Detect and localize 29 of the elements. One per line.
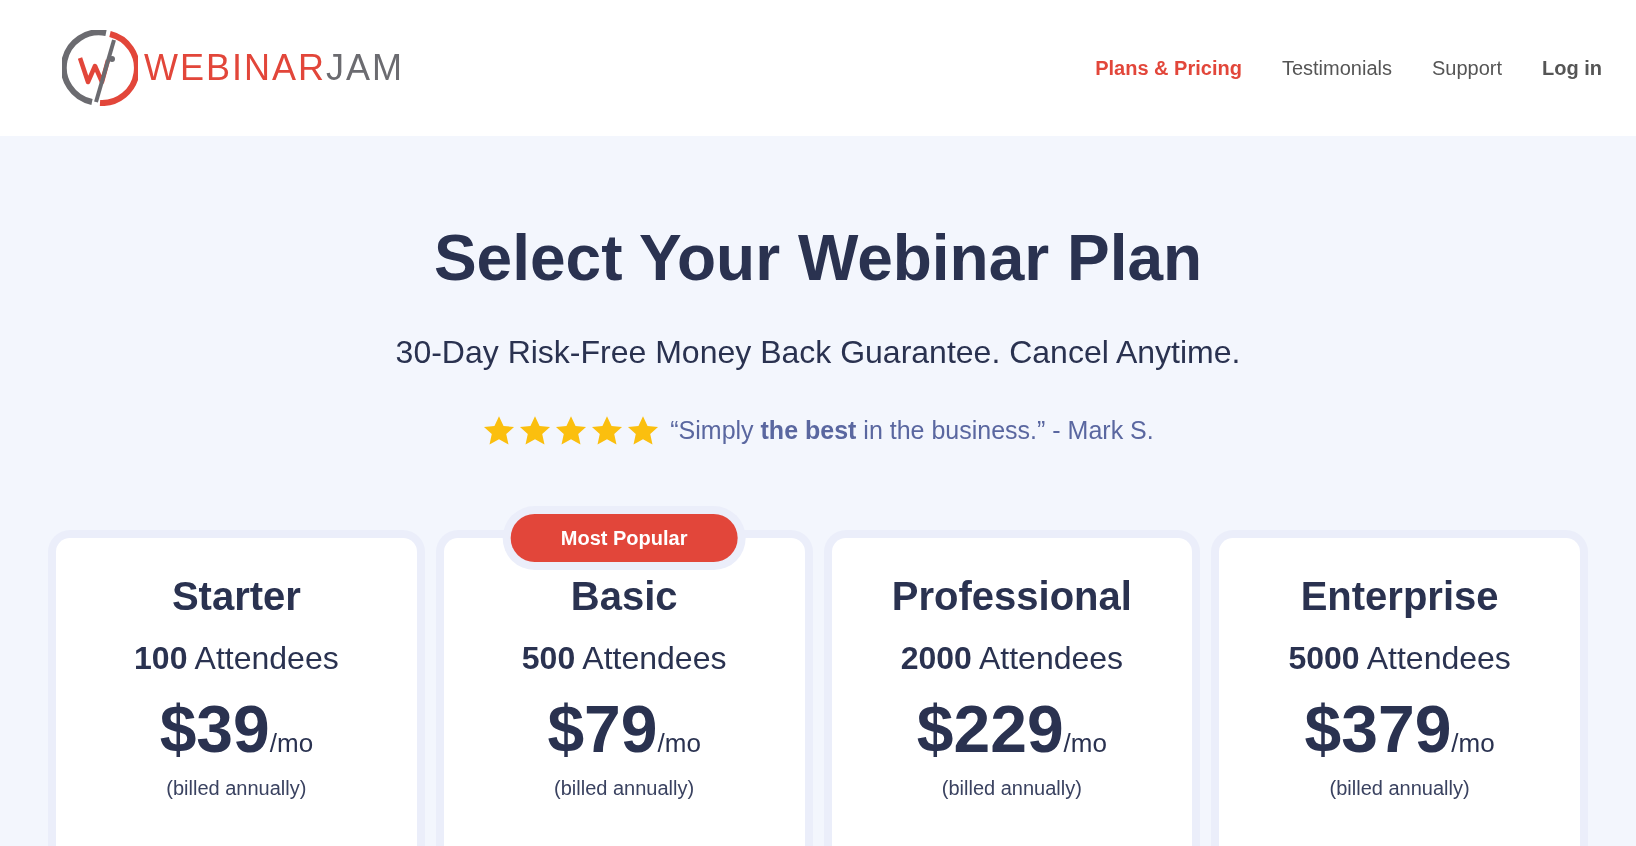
price-period: /mo — [269, 729, 314, 756]
plan-price: $379 — [1304, 695, 1452, 762]
attendee-count: 500 Attendees — [521, 641, 727, 674]
nav-link[interactable]: Plans & Pricing — [1095, 53, 1242, 83]
billing-note: (billed annually) — [554, 777, 695, 798]
page-title: Select Your Webinar Plan — [433, 226, 1203, 290]
plan-price: $79 — [547, 695, 658, 762]
price-period: /mo — [1451, 729, 1495, 756]
logo[interactable]: WEBINARJAM — [144, 50, 404, 86]
attendee-count: 2000 Attendees — [900, 641, 1124, 674]
attendee-count: 5000 Attendees — [1288, 641, 1511, 674]
testimonial-quote: “Simply the best in the business.” - Mark S. — [670, 415, 1154, 446]
nav-link[interactable]: Support — [1431, 53, 1502, 83]
plan-name: Basic — [570, 575, 678, 616]
login-link[interactable]: Log in — [1542, 53, 1602, 83]
plan-price: $229 — [916, 695, 1064, 762]
plan-price: $39 — [159, 695, 270, 762]
subtitle: 30-Day Risk-Free Money Back Guarantee. Cancel Anytime. — [395, 336, 1241, 368]
logo-icon — [62, 30, 138, 106]
price-period: /mo — [1063, 729, 1107, 756]
plan-name: Professional — [891, 575, 1132, 616]
billing-note: (billed annually) — [1329, 777, 1470, 798]
plan-name: Enterprise — [1300, 575, 1499, 616]
plan-name: Starter — [171, 575, 301, 616]
attendee-count: 100 Attendees — [134, 641, 339, 674]
billing-note: (billed annually) — [941, 777, 1082, 798]
price-period: /mo — [657, 729, 701, 756]
billing-note: (billed annually) — [166, 777, 307, 798]
nav-link[interactable]: Testimonials — [1281, 53, 1392, 83]
